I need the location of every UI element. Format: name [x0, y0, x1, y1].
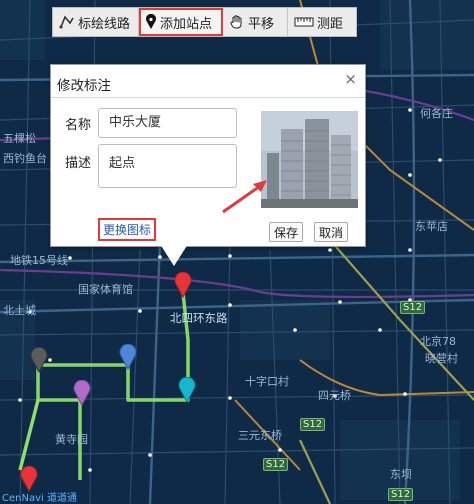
change-icon-link[interactable]: 更换图标: [98, 218, 157, 241]
pan-label: 平移: [248, 16, 275, 32]
highway-sign: S12: [400, 301, 426, 314]
teal-marker[interactable]: [178, 377, 196, 403]
map-pin-icon: [146, 14, 156, 29]
map-label: 何各庄: [420, 107, 453, 120]
map-label: 西钓鱼台: [3, 152, 47, 165]
cancel-button[interactable]: 取消: [314, 222, 348, 242]
map-label: 晓营村: [425, 352, 458, 365]
draw-route-button[interactable]: 标绘线路: [53, 8, 139, 36]
map-label: 三元东桥: [238, 429, 282, 442]
dialog-title: 修改标注: [57, 78, 111, 94]
marker-photo[interactable]: [261, 111, 358, 208]
measure-button[interactable]: 测距: [288, 8, 356, 36]
name-field[interactable]: 中乐大厦: [98, 108, 237, 138]
map-label: 北四环东路: [170, 311, 228, 325]
dialog-divider: [51, 97, 365, 98]
name-label: 名称: [65, 118, 92, 133]
highway-sign: S12: [388, 488, 414, 501]
map-label: 国家体育馆: [78, 283, 133, 296]
add-station-label: 添加站点: [160, 16, 213, 32]
map-label: 五棵松: [3, 132, 36, 145]
draw-route-icon: [59, 15, 74, 29]
draw-route-label: 标绘线路: [78, 16, 131, 32]
map-label: 地铁15号线: [10, 254, 68, 267]
hand-pan-icon: [230, 15, 242, 29]
map-label: 北京78: [420, 335, 456, 348]
map-label: 北土城: [3, 304, 36, 317]
ruler-icon: [294, 17, 314, 27]
map-label: 十字口村: [245, 375, 289, 388]
annotation-arrow: [222, 180, 267, 214]
map-copyright: CenNavi 道道通: [2, 493, 77, 504]
purple-marker[interactable]: [73, 380, 91, 406]
highway-sign: S12: [263, 458, 289, 471]
measure-label: 测距: [317, 16, 344, 32]
close-icon[interactable]: ×: [344, 70, 357, 88]
dialog-pointer: [160, 244, 188, 266]
red-marker-selected[interactable]: [174, 272, 192, 298]
map-label: 黄寺园: [55, 433, 88, 446]
save-button[interactable]: 保存: [269, 222, 303, 242]
gray-marker[interactable]: [30, 347, 48, 373]
map-toolbar: 标绘线路 添加站点 平移 测距: [52, 7, 357, 37]
description-label: 描述: [65, 156, 92, 171]
pan-button[interactable]: 平移: [223, 8, 288, 36]
map-label: 东坝: [390, 468, 412, 481]
map-label: 东苹店: [415, 220, 448, 233]
edit-marker-dialog: 修改标注 × 名称 中乐大厦 描述 起点 更换图标 保存 取消: [50, 64, 366, 247]
blue-marker[interactable]: [119, 344, 137, 370]
map-label: 四元桥: [318, 389, 351, 402]
add-station-button[interactable]: 添加站点: [139, 8, 223, 36]
highway-sign: S12: [300, 418, 326, 431]
